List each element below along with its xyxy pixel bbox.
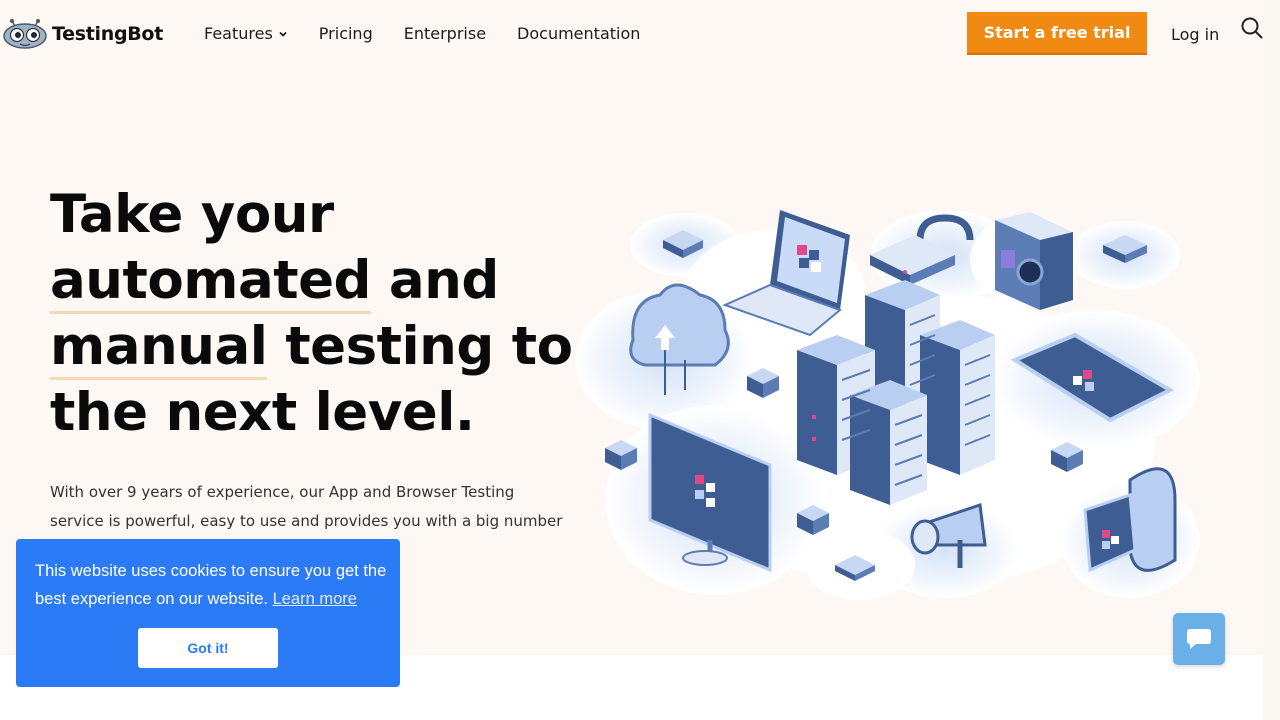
nav-documentation[interactable]: Documentation — [517, 24, 640, 43]
headline-line-4: the next level. — [50, 382, 475, 443]
nav-features[interactable]: Features — [204, 24, 288, 43]
nav-features-label: Features — [204, 24, 273, 43]
cookie-consent-banner: This website uses cookies to ensure you … — [16, 539, 400, 687]
chat-widget-button[interactable] — [1173, 613, 1225, 665]
logo-link[interactable]: TestingBot — [2, 18, 163, 50]
nav-documentation-label: Documentation — [517, 24, 641, 43]
nav-enterprise[interactable]: Enterprise — [404, 24, 486, 43]
robot-logo-icon — [3, 19, 47, 49]
headline-line-2-rest: and — [370, 250, 499, 311]
brand-name: TestingBot — [52, 23, 163, 45]
nav-pricing-label: Pricing — [318, 24, 373, 43]
headline-line-3: manual testing to — [50, 314, 573, 380]
headline-emphasis-automated: automated — [50, 250, 371, 314]
headline-emphasis-manual: manual — [50, 316, 268, 380]
isometric-devices-illustration — [575, 210, 1200, 600]
headline-line-3-rest: testing to — [267, 316, 573, 377]
main-nav: Features Pricing Enterprise Documentatio… — [204, 24, 640, 43]
headline-line-2: automated and — [50, 248, 573, 314]
chevron-down-icon — [279, 31, 287, 37]
cookie-message: This website uses cookies to ensure you … — [35, 557, 390, 613]
search-button[interactable] — [1240, 16, 1264, 44]
cookie-accept-button[interactable]: Got it! — [138, 628, 278, 668]
scrollbar[interactable] — [1263, 0, 1280, 720]
nav-enterprise-label: Enterprise — [403, 24, 487, 43]
nav-pricing[interactable]: Pricing — [319, 24, 373, 43]
search-icon — [1241, 17, 1263, 39]
chat-bubble-icon — [1187, 629, 1211, 649]
start-free-trial-button[interactable]: Start a free trial — [967, 12, 1147, 55]
cookie-learn-more-link[interactable]: Learn more — [273, 590, 357, 608]
headline-line-1: Take your — [50, 184, 334, 245]
hero-headline: Take your automated and manual testing t… — [50, 182, 573, 446]
site-header: TestingBot Features Pricing Enterprise D… — [0, 0, 1263, 70]
login-link[interactable]: Log in — [1171, 25, 1219, 44]
